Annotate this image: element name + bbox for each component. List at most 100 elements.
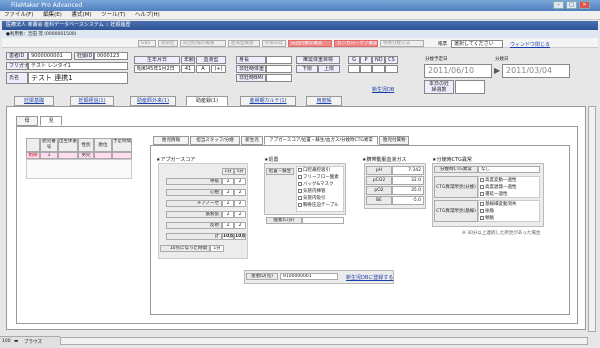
- tab-midwife-outpatient[interactable]: 助産師外来(1): [130, 96, 176, 106]
- tab-baby[interactable]: 児: [40, 116, 62, 126]
- ctg-found-item[interactable]: 高度遅発一過性: [480, 184, 517, 190]
- apgar-5min[interactable]: 2: [234, 200, 246, 207]
- tab-pregnancy-basic[interactable]: 妊娠基礎: [14, 96, 54, 106]
- close-icon[interactable]: ✕: [579, 1, 590, 9]
- tab-postpartum[interactable]: 産褥期カルテ(1): [240, 96, 296, 106]
- apgar-1min[interactable]: 2: [222, 211, 234, 218]
- apgar-5min[interactable]: 2: [234, 178, 246, 185]
- ctg-trend-item[interactable]: 頻脈: [480, 215, 494, 221]
- gas-value[interactable]: -5.0: [392, 196, 424, 205]
- actual-date[interactable]: 2011/03/04: [502, 64, 570, 78]
- tab-apgar[interactable]: アプガースコア/処置・蘇生/血ガス/分娩時CTG異常: [264, 136, 378, 145]
- minimize-icon[interactable]: –: [553, 1, 564, 9]
- baby-id-field[interactable]: 9100000001: [280, 273, 338, 280]
- patient-id[interactable]: 9000000001: [28, 52, 72, 60]
- checkbox-icon[interactable]: [480, 201, 484, 206]
- age[interactable]: 41: [181, 65, 195, 73]
- cell-position[interactable]: [94, 152, 112, 159]
- mode-select[interactable]: ブラウズ: [24, 339, 42, 345]
- toolbar-confirm[interactable]: 先回行動な確認: [288, 40, 332, 47]
- apgar-5min[interactable]: 2: [234, 189, 246, 196]
- toolbar-special[interactable]: 特殊分娩方法: [380, 40, 424, 47]
- apgar-1min[interactable]: 2: [222, 222, 234, 229]
- tab-pregnancy-course[interactable]: 妊娠経過(1): [70, 96, 114, 106]
- tab-supplies[interactable]: 用度帳: [306, 96, 342, 106]
- care-item[interactable]: 気管内吸引: [298, 195, 326, 201]
- apgar-1min[interactable]: 2: [222, 178, 234, 185]
- kana-field[interactable]: テスト レンタイ1: [28, 62, 128, 70]
- cell-sex[interactable]: 男児: [78, 152, 94, 159]
- nd-value[interactable]: [372, 65, 385, 73]
- apgar-5min[interactable]: 2: [234, 211, 246, 218]
- report-select[interactable]: 選択してください: [451, 40, 503, 48]
- gas-value[interactable]: 35.0: [392, 186, 424, 195]
- apgar-1min[interactable]: 2: [222, 189, 234, 196]
- checkbox-icon[interactable]: [298, 174, 302, 179]
- gas-value[interactable]: 7.342: [392, 166, 424, 175]
- apgar-10pt-time[interactable]: 1分: [210, 245, 224, 252]
- tab-appendages[interactable]: 胎児付属物: [379, 136, 409, 145]
- checkbox-icon[interactable]: [480, 208, 484, 213]
- checkbox-icon[interactable]: [480, 177, 484, 182]
- zoom-minus-icon[interactable]: ▬: [14, 339, 18, 344]
- apgar-1min[interactable]: 2: [222, 200, 234, 207]
- checkbox-icon[interactable]: [298, 181, 302, 186]
- pregnancy-id[interactable]: 0000123: [94, 52, 128, 60]
- menu-tools[interactable]: ツール(T): [97, 12, 129, 18]
- ctg-found-item[interactable]: 高度変動一過性: [480, 177, 517, 183]
- cell-baby-no[interactable]: 1: [40, 152, 58, 159]
- care-item[interactable]: 口腔鼻腔吸引: [298, 167, 330, 173]
- checkbox-icon[interactable]: [298, 167, 302, 172]
- p-value[interactable]: [360, 65, 372, 73]
- height-field[interactable]: [266, 56, 292, 64]
- tab-mother[interactable]: 母: [16, 116, 38, 126]
- weight-field[interactable]: [266, 65, 292, 73]
- menu-file[interactable]: ファイル(F): [0, 12, 37, 18]
- cell-birth-weight[interactable]: [58, 152, 78, 159]
- ctg-abnormal-value[interactable]: なし: [478, 166, 540, 173]
- bmi-field[interactable]: [266, 74, 292, 82]
- care-item[interactable]: フリーフロー酸素: [298, 174, 339, 180]
- tab-staff[interactable]: 担当スタッフ/分娩: [190, 136, 240, 145]
- close-window-link[interactable]: ウィンドウ閉じる: [510, 41, 550, 48]
- blood-abo[interactable]: A: [196, 65, 210, 73]
- cell-time[interactable]: [112, 152, 132, 159]
- g-value[interactable]: [348, 65, 360, 73]
- tab-newborn[interactable]: 新生児: [241, 136, 263, 145]
- blood-rh[interactable]: (+): [211, 65, 226, 73]
- vertical-scrollbar[interactable]: [588, 106, 596, 332]
- care-item[interactable]: 胸骨圧迫テープル: [298, 202, 339, 208]
- cs-value[interactable]: [385, 65, 398, 73]
- tab-baby-info[interactable]: 胎児情報: [153, 136, 189, 145]
- toolbar-kangaroo[interactable]: カンガルーケア確認: [334, 40, 378, 47]
- ctg-trend-item[interactable]: 基線細変動消失: [480, 201, 517, 207]
- register-newborn-link[interactable]: 新生児DBに登録する: [346, 274, 393, 281]
- horizontal-scrollbar[interactable]: [60, 337, 588, 345]
- name-field[interactable]: テスト 連携1: [28, 72, 128, 84]
- care-item[interactable]: 気管内挿管: [298, 188, 326, 194]
- toolbar-diary[interactable]: 外来日誌: [262, 40, 286, 47]
- toolbar-gbs[interactable]: GBS: [138, 40, 156, 47]
- checkbox-icon[interactable]: [480, 184, 484, 189]
- menu-edit[interactable]: 編集(E): [39, 12, 66, 18]
- toolbar-prev-pregnancy[interactable]: 前回妊娠の概要: [180, 40, 226, 47]
- delete-button[interactable]: 削除: [26, 152, 40, 159]
- due-date[interactable]: 2011/06/10: [424, 64, 492, 78]
- menu-help[interactable]: ヘルプ(H): [131, 12, 164, 18]
- maximize-icon[interactable]: □: [566, 1, 577, 9]
- zoom-level[interactable]: 100: [2, 339, 11, 344]
- care-item[interactable]: バッグ&マスク: [298, 181, 334, 187]
- apgar-5min[interactable]: 2: [234, 222, 246, 229]
- checkbox-icon[interactable]: [480, 215, 484, 220]
- toolbar-infection[interactable]: 感染症: [158, 40, 178, 47]
- tab-midwife-record[interactable]: 助産録(1): [186, 96, 228, 106]
- weeks-field[interactable]: [455, 80, 485, 94]
- menu-format[interactable]: 書式(M): [67, 12, 95, 18]
- checkbox-icon[interactable]: [298, 188, 302, 193]
- gas-value[interactable]: 32.0: [392, 176, 424, 185]
- ctg-found-item[interactable]: 遷延一過性: [480, 191, 508, 197]
- checkbox-icon[interactable]: [298, 202, 302, 207]
- birth-date[interactable]: 昭和45年1月2日: [134, 65, 180, 73]
- toolbar-blood[interactable]: 血液型検査: [228, 40, 260, 47]
- oxygen-field[interactable]: [302, 217, 344, 224]
